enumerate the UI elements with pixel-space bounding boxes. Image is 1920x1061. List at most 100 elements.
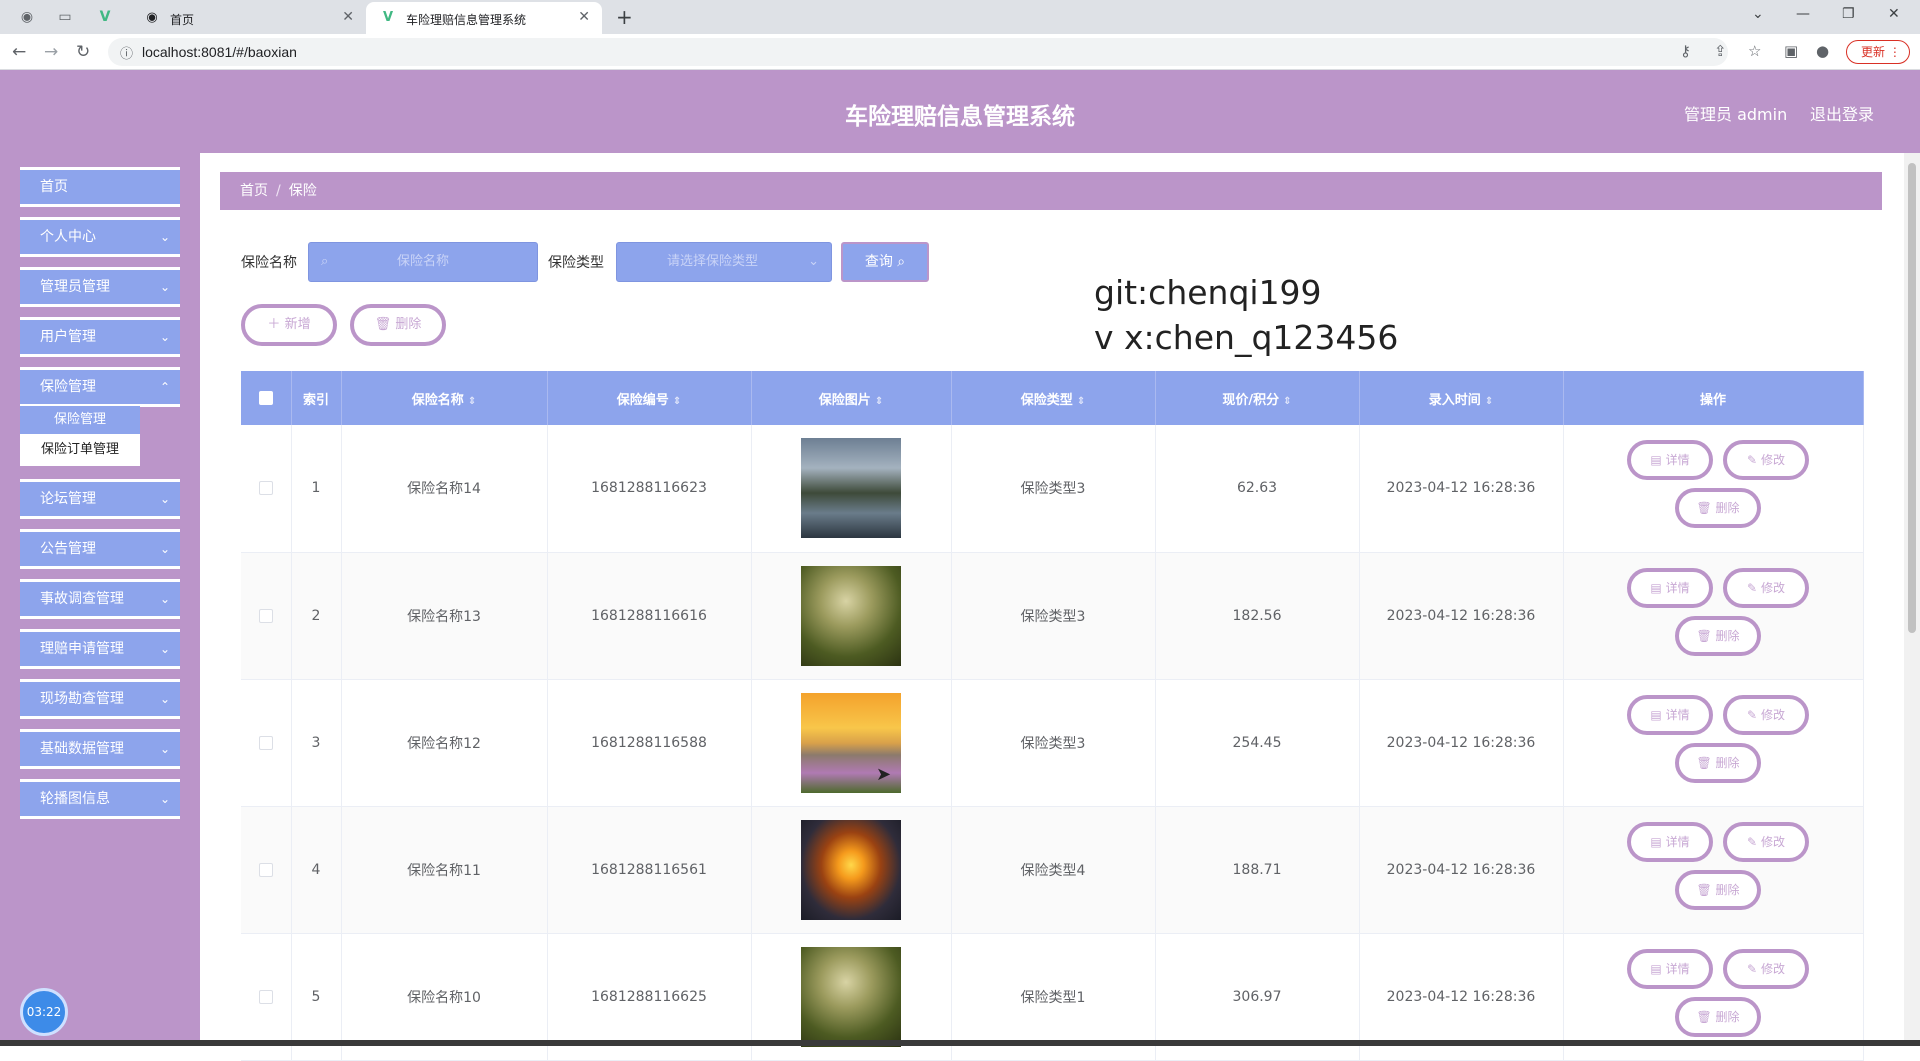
sidepanel-icon[interactable]: ▣ <box>1784 42 1798 60</box>
reload-icon[interactable]: ↻ <box>76 42 90 62</box>
add-button[interactable]: ＋ 新增 <box>241 304 337 346</box>
close-icon[interactable]: ✕ <box>342 9 354 25</box>
batch-delete-button[interactable]: 🗑 删除 <box>350 304 446 346</box>
edit-button[interactable]: ✎ 修改 <box>1723 948 1809 989</box>
chevron-down-icon[interactable]: ⌄ <box>1752 6 1764 22</box>
vue-icon[interactable]: V <box>96 8 114 26</box>
share-icon[interactable]: ⇪ <box>1714 42 1727 60</box>
column-header-type[interactable]: 保险类型 ⇕ <box>951 371 1156 425</box>
submenu-item-insurance[interactable]: 保险管理 <box>20 406 140 434</box>
table-row: 2 保险名称13 1681288116616 保险类型3 182.56 2023… <box>241 552 1864 680</box>
sidebar-item-accident-investigation[interactable]: 事故调查管理 ⌄ <box>20 579 180 619</box>
edit-button[interactable]: ✎ 修改 <box>1723 694 1809 735</box>
timer-badge[interactable]: 03:22 <box>20 988 68 1036</box>
detail-button[interactable]: ▤ 详情 <box>1627 440 1713 481</box>
column-header-label: 保险类型 <box>1020 392 1073 408</box>
delete-button[interactable]: 🗑 删除 <box>1675 488 1761 529</box>
sort-icon[interactable]: ⇕ <box>1283 396 1291 407</box>
tab-home[interactable]: ◉ 首页 ✕ <box>130 2 366 34</box>
sidebar-item-notices[interactable]: 公告管理 ⌄ <box>20 529 180 569</box>
new-tab-icon[interactable]: + <box>616 5 633 29</box>
key-icon[interactable]: ⚷ <box>1680 42 1691 60</box>
cell-time: 2023-04-12 16:28:36 <box>1359 552 1564 680</box>
sort-icon[interactable]: ⇕ <box>875 396 883 407</box>
tab-active[interactable]: V 车险理赔信息管理系统 ✕ <box>366 2 602 34</box>
delete-button[interactable]: 🗑 删除 <box>1675 742 1761 783</box>
name-search-input[interactable]: ⌕ 保险名称 <box>308 242 538 282</box>
column-header-price[interactable]: 现价/积分 ⇕ <box>1155 371 1360 425</box>
sidebar-item-claims[interactable]: 理赔申请管理 ⌄ <box>20 629 180 669</box>
detail-button[interactable]: ▤ 详情 <box>1627 948 1713 989</box>
pencil-icon: ✎ <box>1747 580 1758 595</box>
row-checkbox[interactable] <box>258 735 273 750</box>
page-scrollbar[interactable] <box>1904 153 1920 1046</box>
trash-icon: 🗑 <box>1696 882 1712 897</box>
chevron-down-icon: ⌄ <box>159 542 170 556</box>
table-header-row: 索引 保险名称 ⇕ 保险编号 ⇕ 保险图片 ⇕ 保险类型 ⇕ 现价/积分 ⇕ 录入时间 ⇕ … <box>241 371 1864 425</box>
globe-icon[interactable]: ◉ <box>18 8 36 26</box>
edit-button[interactable]: ✎ 修改 <box>1723 821 1809 862</box>
delete-button[interactable]: 🗑 删除 <box>1675 869 1761 910</box>
blank-tab-icon[interactable]: ▭ <box>56 8 74 26</box>
insurance-image[interactable] <box>801 946 901 1047</box>
column-header-time[interactable]: 录入时间 ⇕ <box>1359 371 1564 425</box>
row-checkbox[interactable] <box>258 481 273 496</box>
insurance-image[interactable] <box>801 565 901 666</box>
sidebar-item-admins[interactable]: 管理员管理 ⌄ <box>20 267 180 307</box>
url-field[interactable]: ⓘ localhost:8081/#/baoxian <box>108 38 1728 66</box>
chevron-down-icon: ⌄ <box>159 280 170 294</box>
delete-label: 删除 <box>1715 755 1740 770</box>
profile-icon[interactable]: ● <box>1816 42 1829 60</box>
detail-button[interactable]: ▤ 详情 <box>1627 694 1713 735</box>
update-button[interactable]: 更新 ⋮ <box>1846 40 1910 64</box>
sidebar-item-site-survey[interactable]: 现场勘查管理 ⌄ <box>20 679 180 719</box>
close-icon[interactable]: ✕ <box>578 9 590 25</box>
info-icon[interactable]: ⓘ <box>120 43 133 62</box>
sidebar-item-forum[interactable]: 论坛管理 ⌄ <box>20 479 180 519</box>
row-checkbox[interactable] <box>258 989 273 1004</box>
column-header-code[interactable]: 保险编号 ⇕ <box>547 371 752 425</box>
close-window-icon[interactable]: ✕ <box>1888 6 1900 22</box>
delete-button[interactable]: 🗑 删除 <box>1675 996 1761 1037</box>
type-select[interactable]: 请选择保险类型 ⌄ <box>616 242 832 282</box>
sidebar-item-profile[interactable]: 个人中心 ⌄ <box>20 217 180 257</box>
column-header-index: 索引 <box>291 371 342 425</box>
cell-image <box>751 552 952 680</box>
back-icon[interactable]: ← <box>12 42 26 62</box>
delete-button[interactable]: 🗑 删除 <box>1675 615 1761 656</box>
column-header-actions: 操作 <box>1563 371 1864 425</box>
insurance-image[interactable] <box>801 438 901 539</box>
minimize-icon[interactable]: — <box>1796 6 1810 22</box>
column-header-name[interactable]: 保险名称 ⇕ <box>341 371 548 425</box>
scrollbar-thumb[interactable] <box>1908 163 1916 633</box>
row-checkbox[interactable] <box>258 862 273 877</box>
star-icon[interactable]: ☆ <box>1748 42 1761 60</box>
sort-icon[interactable]: ⇕ <box>1485 396 1493 407</box>
detail-button[interactable]: ▤ 详情 <box>1627 567 1713 608</box>
restore-icon[interactable]: ❐ <box>1842 6 1855 22</box>
edit-button[interactable]: ✎ 修改 <box>1723 440 1809 481</box>
column-header-image[interactable]: 保险图片 ⇕ <box>751 371 952 425</box>
sort-icon[interactable]: ⇕ <box>673 396 681 407</box>
cell-type: 保险类型3 <box>951 425 1156 553</box>
logout-link[interactable]: 退出登录 <box>1810 101 1874 125</box>
sort-icon[interactable]: ⇕ <box>468 396 476 407</box>
detail-button[interactable]: ▤ 详情 <box>1627 821 1713 862</box>
sidebar-item-label: 用户管理 <box>40 329 96 345</box>
pencil-icon: ✎ <box>1747 707 1758 722</box>
edit-button[interactable]: ✎ 修改 <box>1723 567 1809 608</box>
sidebar-item-insurance[interactable]: 保险管理 ⌃ <box>20 367 180 407</box>
sort-icon[interactable]: ⇕ <box>1077 396 1085 407</box>
submenu-item-insurance-orders[interactable]: 保险订单管理 <box>20 436 140 464</box>
forward-icon[interactable]: → <box>44 42 58 62</box>
sidebar-item-home[interactable]: 首页 <box>20 167 180 207</box>
sidebar-item-base-data[interactable]: 基础数据管理 ⌄ <box>20 729 180 769</box>
insurance-image[interactable] <box>801 819 901 920</box>
select-all-checkbox[interactable] <box>258 391 273 405</box>
sidebar-item-users[interactable]: 用户管理 ⌄ <box>20 317 180 357</box>
breadcrumb-home[interactable]: 首页 <box>240 183 268 199</box>
sidebar-item-carousel[interactable]: 轮播图信息 ⌄ <box>20 779 180 819</box>
cell-actions: ▤ 详情 ✎ 修改 🗑 删除 <box>1563 425 1864 553</box>
row-checkbox[interactable] <box>258 608 273 623</box>
query-button[interactable]: 查询 ⌕ <box>841 242 929 282</box>
